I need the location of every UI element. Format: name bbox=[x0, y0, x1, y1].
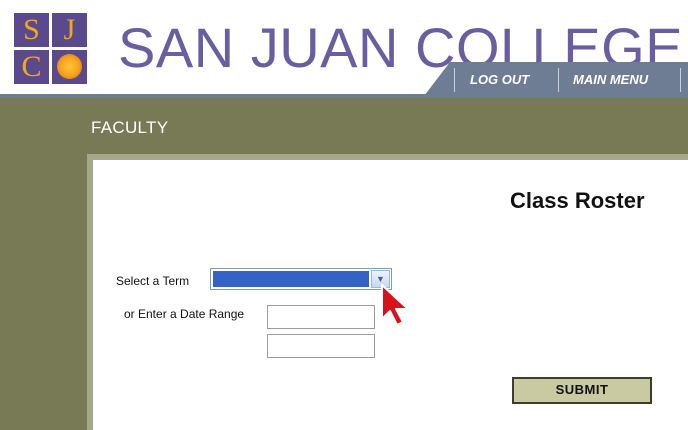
date-start-input[interactable] bbox=[267, 305, 375, 329]
term-label: Select a Term bbox=[116, 274, 190, 288]
term-select-value bbox=[213, 271, 369, 287]
term-select[interactable]: ▼ bbox=[210, 268, 392, 290]
section-title: FACULTY bbox=[91, 118, 169, 137]
submit-button[interactable]: SUBMIT bbox=[512, 377, 652, 404]
tab-divider bbox=[454, 68, 455, 92]
college-logo[interactable]: S J C bbox=[14, 13, 88, 85]
header: S J C SAN JUAN COLLEGE LOG OUT MAIN MENU bbox=[0, 0, 688, 98]
logo-letter-c: C bbox=[14, 50, 49, 84]
tab-main-menu[interactable]: MAIN MENU bbox=[573, 69, 648, 91]
page-title: Class Roster bbox=[510, 188, 645, 213]
date-end-input[interactable] bbox=[267, 334, 375, 358]
sun-icon bbox=[52, 50, 87, 84]
left-sidebar bbox=[0, 154, 87, 430]
logo-letter-s: S bbox=[14, 13, 49, 47]
tab-divider bbox=[680, 68, 681, 92]
top-nav-tabs: LOG OUT MAIN MENU bbox=[424, 62, 688, 96]
mouse-pointer-icon bbox=[381, 284, 409, 326]
tab-divider bbox=[558, 68, 559, 92]
content-frame-left bbox=[87, 154, 93, 430]
content-frame-top bbox=[87, 154, 688, 160]
tab-bar-background bbox=[424, 62, 688, 96]
date-range-label: or Enter a Date Range bbox=[124, 307, 245, 321]
tab-log-out[interactable]: LOG OUT bbox=[470, 69, 529, 91]
logo-letter-j: J bbox=[52, 13, 87, 47]
